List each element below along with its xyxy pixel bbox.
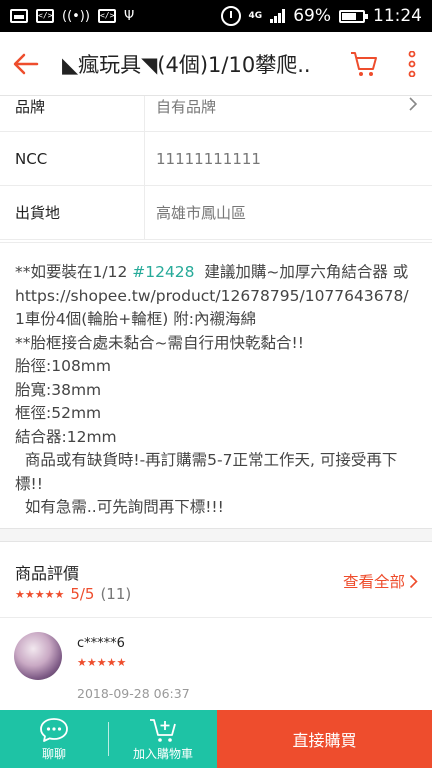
more-vertical-icon: [408, 50, 416, 77]
chat-icon: [40, 717, 68, 742]
code-notification-icon: </>: [36, 9, 54, 23]
rating-count: (11): [100, 585, 132, 603]
clock: 11:24: [373, 6, 422, 26]
secondary-actions: 聊聊 加入購物車: [0, 710, 217, 768]
buy-now-label: 直接購買: [292, 731, 357, 750]
code-notification-icon-2: </>: [97, 9, 116, 23]
spec-label: 出貨地: [0, 186, 145, 239]
avatar: [14, 632, 62, 680]
add-cart-icon: [150, 718, 176, 742]
review-star-rating: ★★★★★: [77, 656, 127, 669]
product-description: **如要裝在1/12 #12428 建議加購~加厚六角結合器 或https://…: [0, 242, 432, 528]
add-cart-label: 加入購物車: [132, 746, 193, 761]
star-rating: ★★★★★: [15, 587, 65, 601]
back-button[interactable]: [0, 32, 52, 96]
network-type: 4G: [248, 10, 263, 21]
gallery-notification-icon: [10, 9, 28, 23]
view-all-ratings-link[interactable]: 查看全部: [343, 570, 418, 592]
status-indicators: 4G 69% 11:24: [220, 6, 422, 26]
hotspot-icon: ((•)): [62, 8, 90, 24]
view-all-label: 查看全部: [342, 573, 405, 591]
arrow-left-icon: [13, 53, 39, 74]
battery-percent: 69%: [293, 6, 331, 26]
spec-table: 品牌 自有品牌 NCC 11111111111 出貨地 高雄市鳳山區: [0, 96, 432, 240]
description-text: **如要裝在1/12 #12428 建議加購~加厚六角結合器 或https://…: [15, 263, 409, 516]
ratings-title: 商品評價: [15, 564, 80, 583]
alarm-icon: [220, 6, 241, 26]
app-bar: ◣瘋玩具◥(4個)1/10攀爬..: [0, 32, 432, 96]
hashtag-link[interactable]: #12428: [132, 263, 194, 281]
spec-row-ncc: NCC 11111111111: [0, 132, 432, 186]
chevron-right-icon: [409, 97, 418, 111]
spec-value: 11111111111: [156, 149, 261, 168]
section-divider: [0, 528, 432, 542]
spec-label: 品牌: [0, 96, 145, 131]
status-bar: </> ((•)) </> Ψ 4G 69% 11:24: [0, 0, 432, 32]
cart-icon: [351, 51, 377, 76]
spec-row-ship-from: 出貨地 高雄市鳳山區: [0, 186, 432, 240]
status-notifications: </> ((•)) </> Ψ: [10, 9, 134, 24]
rating-score: 5/5: [70, 585, 95, 603]
review-item: c*****6 ★★★★★ 2018-09-28 06:37: [0, 618, 432, 710]
spec-value: 自有品牌: [145, 96, 432, 131]
page-title: ◣瘋玩具◥(4個)1/10攀爬..: [62, 52, 311, 77]
ratings-summary: ★★★★★ 5/5 (11): [15, 585, 131, 603]
cart-button[interactable]: [336, 32, 392, 96]
ratings-section: 商品評價 ★★★★★ 5/5 (11) 查看全部: [0, 542, 432, 618]
review-date: 2018-09-28 06:37: [77, 686, 190, 701]
chat-label: 聊聊: [41, 746, 66, 761]
battery-icon: [339, 9, 368, 23]
spec-label: NCC: [0, 132, 145, 185]
spec-row-brand[interactable]: 品牌 自有品牌: [0, 96, 432, 132]
add-to-cart-button[interactable]: 加入購物車: [109, 710, 217, 768]
signal-icon: [270, 9, 286, 23]
reviewer-name: c*****6: [77, 636, 125, 651]
buy-now-button[interactable]: 直接購買: [217, 710, 432, 768]
spec-value: 高雄市鳳山區: [156, 204, 247, 222]
brand-value: 自有品牌: [156, 98, 217, 116]
chat-button[interactable]: 聊聊: [0, 710, 108, 768]
usb-icon: Ψ: [123, 8, 135, 24]
bottom-action-bar: 聊聊 加入購物車 直接購買: [0, 710, 432, 768]
chevron-right-icon: [409, 574, 418, 588]
more-options-button[interactable]: [392, 32, 432, 96]
